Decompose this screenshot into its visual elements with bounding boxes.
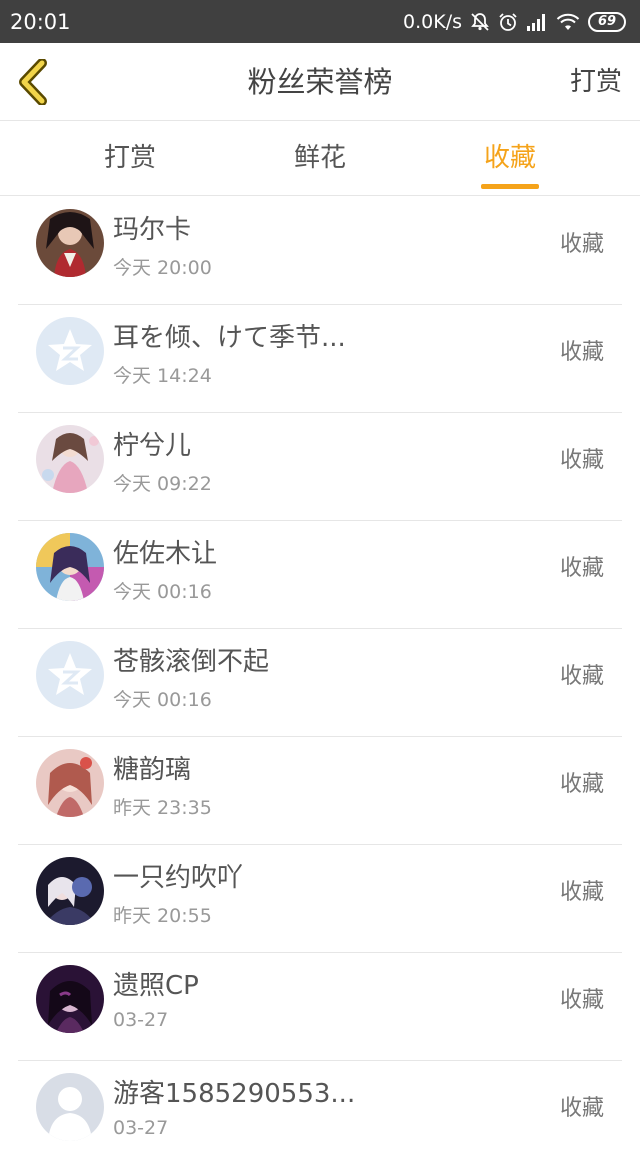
user-name: 一只约吹吖 <box>113 863 244 893</box>
list-item[interactable]: 玛尔卡 今天 20:00 收藏 <box>18 197 622 305</box>
avatar <box>36 317 104 385</box>
app-header: 粉丝荣誉榜 打赏 <box>0 43 640 121</box>
mute-bell-icon <box>470 12 490 32</box>
user-name: 游客1585290553... <box>113 1079 356 1109</box>
chevron-left-icon <box>19 58 47 106</box>
action-label: 收藏 <box>559 1096 604 1121</box>
action-label: 收藏 <box>559 556 604 581</box>
tab-reward[interactable]: 打赏 <box>80 121 180 196</box>
list-item[interactable]: 耳を倾、けて季节... 今天 14:24 收藏 <box>18 305 622 413</box>
avatar <box>36 641 104 709</box>
list-item[interactable]: 遗照CP 03-27 收藏 <box>18 953 622 1061</box>
user-name: 苍骸滚倒不起 <box>113 647 270 677</box>
alarm-icon <box>498 12 518 32</box>
page-title: 粉丝荣誉榜 <box>247 65 393 99</box>
user-name: 玛尔卡 <box>113 215 192 245</box>
list-item[interactable]: 糖韵璃 昨天 23:35 收藏 <box>18 737 622 845</box>
timestamp: 今天 09:22 <box>113 473 212 495</box>
list-item[interactable]: 柠兮儿 今天 09:22 收藏 <box>18 413 622 521</box>
timestamp: 昨天 23:35 <box>113 797 212 819</box>
avatar <box>36 533 104 601</box>
qzone-star-icon <box>36 317 104 385</box>
action-label: 收藏 <box>559 232 604 257</box>
network-speed: 0.0K/s <box>403 10 462 33</box>
action-label: 收藏 <box>559 664 604 689</box>
default-person-icon <box>36 1073 104 1141</box>
tab-bar: 打赏 鲜花 收藏 <box>0 121 640 196</box>
avatar <box>36 749 104 817</box>
status-bar: 20:01 0.0K/s 69 <box>0 0 640 43</box>
action-label: 收藏 <box>559 772 604 797</box>
timestamp: 昨天 20:55 <box>113 905 212 927</box>
list-item[interactable]: 一只约吹吖 昨天 20:55 收藏 <box>18 845 622 953</box>
action-label: 收藏 <box>559 880 604 905</box>
signal-icon <box>526 13 548 31</box>
action-label: 收藏 <box>559 340 604 365</box>
user-name: 佐佐木让 <box>113 539 218 569</box>
timestamp: 今天 00:16 <box>113 581 212 603</box>
avatar <box>36 1073 104 1141</box>
back-button[interactable] <box>14 58 54 106</box>
action-label: 收藏 <box>559 448 604 473</box>
qzone-star-icon <box>36 641 104 709</box>
timestamp: 今天 14:24 <box>113 365 212 387</box>
reward-button[interactable]: 打赏 <box>570 43 622 121</box>
timestamp: 03-27 <box>113 1009 169 1031</box>
avatar <box>36 857 104 925</box>
battery-icon: 69 <box>588 11 626 32</box>
list-item[interactable]: 苍骸滚倒不起 今天 00:16 收藏 <box>18 629 622 737</box>
wifi-icon <box>556 13 580 31</box>
avatar <box>36 209 104 277</box>
user-name: 糖韵璃 <box>113 755 192 785</box>
list-item[interactable]: 佐佐木让 今天 00:16 收藏 <box>18 521 622 629</box>
user-name: 遗照CP <box>113 971 199 1001</box>
timestamp: 今天 20:00 <box>113 257 212 279</box>
timestamp: 今天 00:16 <box>113 689 212 711</box>
avatar <box>36 965 104 1033</box>
status-time: 20:01 <box>10 9 71 34</box>
list-item[interactable]: 游客1585290553... 03-27 收藏 <box>18 1061 622 1169</box>
active-tab-indicator <box>481 184 539 189</box>
status-indicators: 0.0K/s 69 <box>403 11 626 33</box>
user-name: 耳を倾、けて季节... <box>113 323 346 353</box>
user-name: 柠兮儿 <box>113 431 192 461</box>
tab-flowers[interactable]: 鲜花 <box>270 121 370 196</box>
action-label: 收藏 <box>559 988 604 1013</box>
avatar <box>36 425 104 493</box>
timestamp: 03-27 <box>113 1117 169 1139</box>
